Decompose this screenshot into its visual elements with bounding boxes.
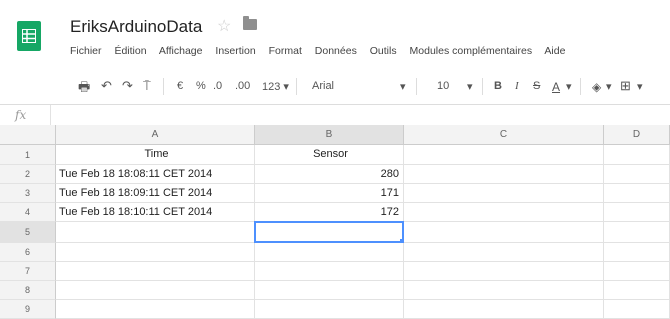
cell-b9[interactable]	[255, 300, 404, 319]
row-header-4[interactable]: 4	[0, 203, 56, 222]
menu-insertion[interactable]: Insertion	[215, 45, 255, 57]
more-formats-button[interactable]: 123 ▾	[262, 80, 289, 93]
row-header-2[interactable]: 2	[0, 165, 56, 184]
cell-d9[interactable]	[604, 300, 670, 319]
cell-a9[interactable]	[56, 300, 255, 319]
menu-aide[interactable]: Aide	[544, 45, 565, 57]
menu-format[interactable]: Format	[269, 45, 302, 57]
row-header-1[interactable]: 1	[0, 145, 56, 165]
cell-a3[interactable]: Tue Feb 18 18:09:11 CET 2014	[56, 184, 255, 203]
font-size-select[interactable]: 10	[437, 80, 449, 92]
text-color-dropdown-icon[interactable]: ▾	[566, 80, 572, 93]
cell-b5-selected[interactable]	[254, 221, 404, 243]
menu-outils[interactable]: Outils	[370, 45, 397, 57]
bold-button[interactable]: B	[494, 80, 502, 92]
fill-color-dropdown-icon[interactable]: ▾	[606, 80, 612, 93]
function-icon: fx	[15, 108, 27, 122]
cell-d6[interactable]	[604, 243, 670, 262]
menu-affichage[interactable]: Affichage	[159, 45, 203, 57]
document-title[interactable]: EriksArduinoData	[70, 17, 202, 37]
toolbar-divider	[416, 78, 417, 95]
row-header-6[interactable]: 6	[0, 243, 56, 262]
font-select[interactable]: Arial	[312, 80, 334, 92]
undo-icon[interactable]: ↶	[101, 78, 112, 94]
fill-color-icon[interactable]: ◈	[592, 80, 601, 94]
star-icon[interactable]: ☆	[217, 16, 231, 36]
cell-d4[interactable]	[604, 203, 670, 222]
toolbar-divider	[296, 78, 297, 95]
row-header-3[interactable]: 3	[0, 184, 56, 203]
cell-a6[interactable]	[56, 243, 255, 262]
cell-c5[interactable]	[404, 222, 604, 243]
formula-divider	[50, 105, 51, 125]
row-header-8[interactable]: 8	[0, 281, 56, 300]
sheets-logo-icon[interactable]	[17, 21, 41, 51]
cell-d8[interactable]	[604, 281, 670, 300]
font-size-dropdown-icon[interactable]: ▾	[467, 80, 473, 93]
cell-a7[interactable]	[56, 262, 255, 281]
cell-b8[interactable]	[255, 281, 404, 300]
cell-d2[interactable]	[604, 165, 670, 184]
cell-c6[interactable]	[404, 243, 604, 262]
row-header-7[interactable]: 7	[0, 262, 56, 281]
strikethrough-button[interactable]: S	[533, 80, 540, 92]
row-header-5[interactable]: 5	[0, 222, 56, 243]
cell-a5[interactable]	[56, 222, 255, 243]
cell-c1[interactable]	[404, 145, 604, 165]
cell-b7[interactable]	[255, 262, 404, 281]
cell-c9[interactable]	[404, 300, 604, 319]
column-header-c[interactable]: C	[404, 125, 604, 145]
column-header-d[interactable]: D	[604, 125, 670, 145]
cell-b4[interactable]: 172	[255, 203, 404, 222]
toolbar-divider	[163, 78, 164, 95]
paint-format-icon[interactable]: ⍑	[143, 78, 151, 94]
cell-a8[interactable]	[56, 281, 255, 300]
menu-modules[interactable]: Modules complémentaires	[410, 45, 533, 57]
print-icon[interactable]: 🖶	[78, 78, 90, 100]
borders-dropdown-icon[interactable]: ▾	[637, 80, 643, 93]
cell-c4[interactable]	[404, 203, 604, 222]
select-all-corner[interactable]	[0, 125, 56, 145]
cell-b2[interactable]: 280	[255, 165, 404, 184]
cell-b3[interactable]: 171	[255, 184, 404, 203]
cell-c7[interactable]	[404, 262, 604, 281]
cell-d1[interactable]	[604, 145, 670, 165]
borders-icon[interactable]: ⊞	[620, 78, 631, 94]
cell-b1[interactable]: Sensor	[255, 145, 404, 165]
folder-icon[interactable]	[243, 16, 257, 30]
cell-d5[interactable]	[604, 222, 670, 243]
toolbar-divider	[482, 78, 483, 95]
menu-edition[interactable]: Édition	[114, 45, 146, 57]
toolbar: 🖶 ↶ ↷ ⍑ € % .0 .00 123 ▾ Arial ▾ 10 ▾ B …	[0, 70, 670, 105]
cell-a1[interactable]: Time	[56, 145, 255, 165]
increase-decimals-button[interactable]: .00	[235, 80, 250, 92]
cell-c8[interactable]	[404, 281, 604, 300]
percent-button[interactable]: %	[196, 80, 206, 92]
cell-c3[interactable]	[404, 184, 604, 203]
column-header-a[interactable]: A	[56, 125, 255, 145]
app-header: EriksArduinoData ☆ Fichier Édition Affic…	[0, 0, 670, 70]
text-color-button[interactable]: A	[552, 80, 560, 94]
menu-fichier[interactable]: Fichier	[70, 45, 102, 57]
column-header-b[interactable]: B	[255, 125, 404, 145]
currency-button[interactable]: €	[177, 80, 183, 92]
cell-b6[interactable]	[255, 243, 404, 262]
cell-d7[interactable]	[604, 262, 670, 281]
cell-c2[interactable]	[404, 165, 604, 184]
decrease-decimals-button[interactable]: .0	[213, 80, 222, 92]
toolbar-divider	[580, 78, 581, 95]
cell-a2[interactable]: Tue Feb 18 18:08:11 CET 2014	[56, 165, 255, 184]
cell-d3[interactable]	[604, 184, 670, 203]
font-dropdown-icon[interactable]: ▾	[400, 80, 406, 93]
redo-icon[interactable]: ↷	[122, 78, 133, 94]
row-header-9[interactable]: 9	[0, 300, 56, 319]
formula-bar[interactable]: fx	[0, 105, 670, 126]
menu-bar: Fichier Édition Affichage Insertion Form…	[70, 45, 575, 57]
menu-donnees[interactable]: Données	[315, 45, 357, 57]
cell-a4[interactable]: Tue Feb 18 18:10:11 CET 2014	[56, 203, 255, 222]
italic-button[interactable]: I	[515, 80, 519, 92]
